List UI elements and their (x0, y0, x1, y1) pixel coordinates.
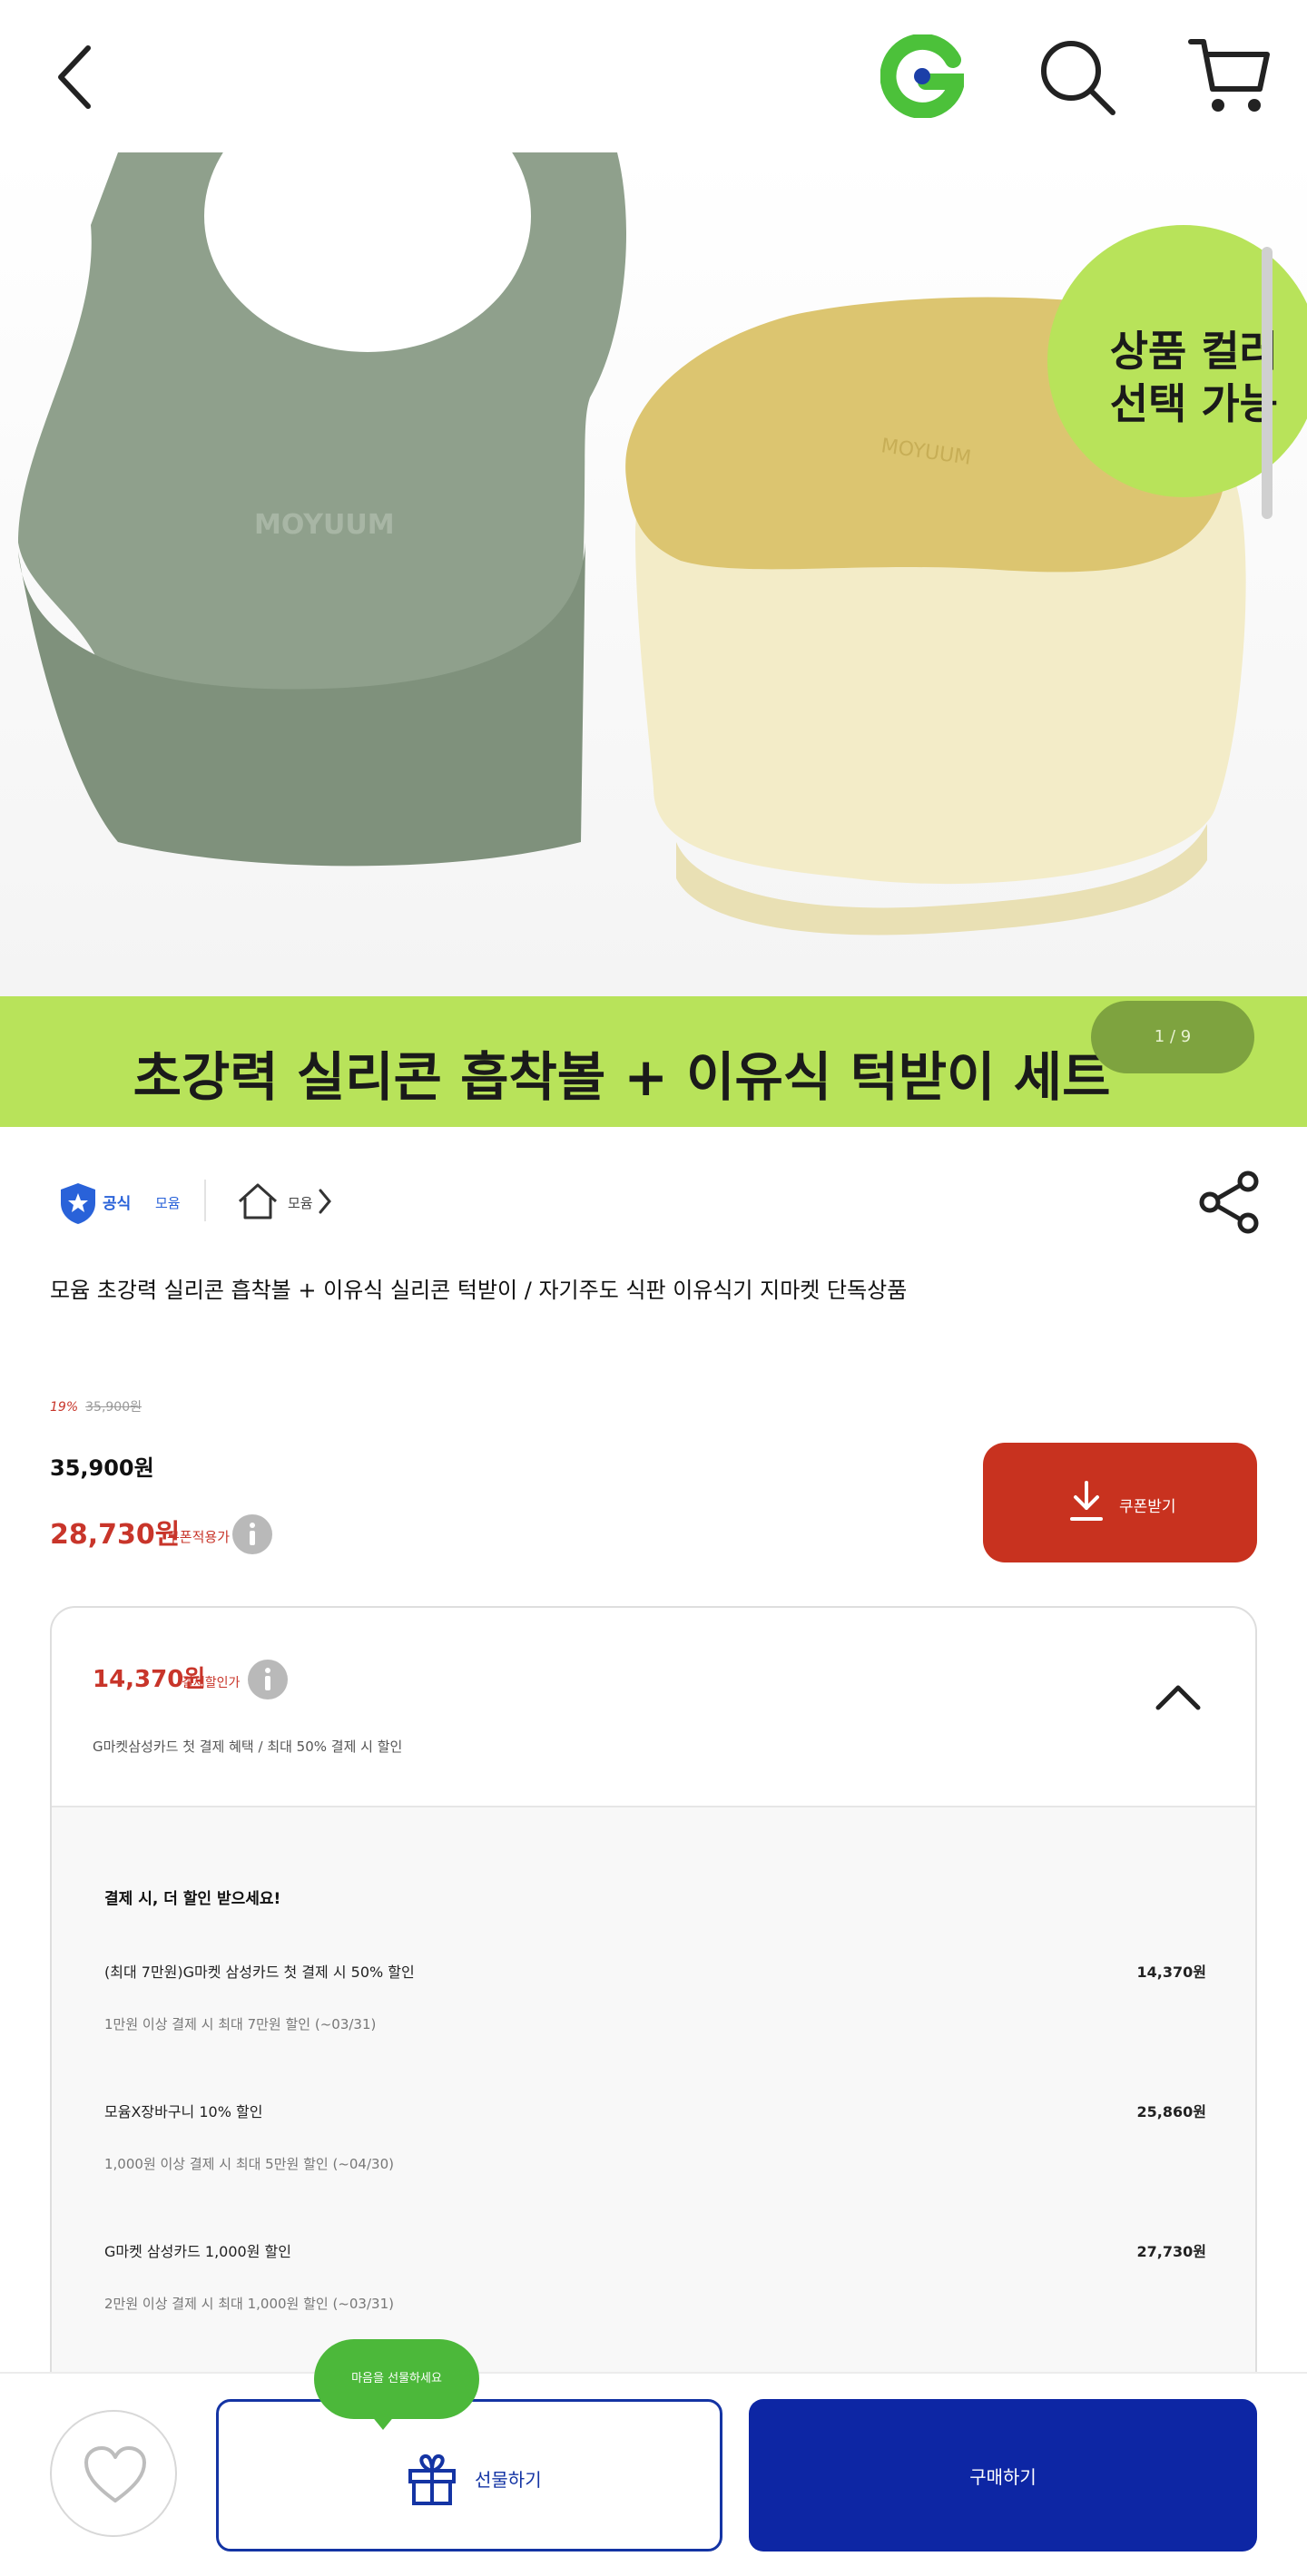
download-icon (1070, 1481, 1103, 1521)
original-price: 35,900원 (85, 1400, 142, 1415)
banner-text: 초강력 실리콘 흡착볼 + 이유식 턱받이 세트 (133, 1046, 1111, 1108)
search-icon (1041, 41, 1115, 115)
home-icon[interactable] (236, 1181, 280, 1221)
scrollbar[interactable] (1262, 247, 1273, 519)
wishlist-button[interactable] (50, 2410, 177, 2537)
benefit-amount: 14,370원 (1136, 1964, 1206, 1981)
discount-row: 19% 35,900원 (50, 1397, 142, 1415)
benefit-item: 모윰X장바구니 10% 할인 25,860원 1,000원 이상 결제 시 최대… (104, 2100, 1206, 2209)
gmarket-home-button[interactable] (880, 33, 967, 119)
benefits-title: 결제 시, 더 할인 받으세요! (104, 1890, 281, 1908)
benefit-amount: 25,860원 (1136, 2103, 1206, 2121)
discount-rate: 19% (50, 1400, 79, 1415)
bottom-action-bar: 선물하기 구매하기 (0, 2372, 1307, 2576)
benefit-condition: 1만원 이상 결제 시 최대 7만원 할인 (~03/31) (104, 2016, 377, 2032)
cart-icon (1188, 39, 1270, 112)
buy-button[interactable]: 구매하기 (749, 2399, 1257, 2552)
benefit-amount: 27,730원 (1136, 2243, 1206, 2260)
benefit-name: 모윰X장바구니 10% 할인 (104, 2103, 263, 2121)
divider (204, 1180, 206, 1221)
svg-text:MOYUUM: MOYUUM (254, 509, 395, 541)
info-icon[interactable] (247, 1659, 289, 1700)
benefit-condition: 1,000원 이상 결제 시 최대 5만원 할인 (~04/30) (104, 2156, 394, 2172)
chevron-up-icon (1155, 1685, 1201, 1710)
buy-button-label: 구매하기 (969, 2466, 1037, 2488)
gift-button[interactable]: 선물하기 (216, 2399, 722, 2552)
back-button[interactable] (50, 41, 104, 113)
product-title: 모윰 초강력 실리콘 흡착볼 + 이유식 실리콘 턱받이 / 자기주도 식판 이… (50, 1278, 908, 1303)
benefit-name: (최대 7만원)G마켓 삼성카드 첫 결제 시 50% 할인 (104, 1964, 415, 1981)
official-store-label: 공식 (103, 1195, 132, 1213)
gift-tooltip: 마음을 선물하세요 (314, 2339, 479, 2419)
download-coupon-label: 쿠폰받기 (1119, 1498, 1176, 1516)
color-option-badge-text: 상품 컬러 선택 가능 (1109, 327, 1278, 428)
seller-name-link[interactable]: 모윰 (155, 1193, 181, 1212)
official-shield-icon (61, 1183, 95, 1224)
coupon-price-label: 쿠폰적용가 (167, 1529, 231, 1545)
image-pager-indicator: 1 / 9 (1091, 1001, 1254, 1073)
benefit-item: G마켓 삼성카드 1,000원 할인 27,730원 2만원 이상 결제 시 최… (104, 2239, 1206, 2348)
coupon-price: 28,730원 (50, 1519, 181, 1551)
sale-price: 35,900원 (50, 1455, 154, 1481)
benefit-name: G마켓 삼성카드 1,000원 할인 (104, 2243, 291, 2260)
info-icon[interactable] (231, 1513, 273, 1555)
gift-icon (408, 2454, 456, 2505)
benefit-item: (최대 7만원)G마켓 삼성카드 첫 결제 시 50% 할인 14,370원 1… (104, 1960, 1206, 2069)
search-button[interactable] (1037, 36, 1118, 118)
payment-discount-subtext: G마켓삼성카드 첫 결제 혜택 / 최대 50% 결제 시 할인 (93, 1739, 403, 1755)
gift-button-label: 선물하기 (475, 2469, 542, 2491)
share-icon (1199, 1170, 1259, 1234)
share-button[interactable] (1197, 1170, 1261, 1234)
chevron-left-icon (58, 45, 91, 109)
seller-breadcrumb: 공식 모윰 모윰 (50, 1170, 1259, 1234)
cart-button[interactable] (1187, 36, 1271, 118)
product-banner: 초강력 실리콘 흡착볼 + 이유식 턱받이 세트 1 / 9 (0, 996, 1307, 1127)
chevron-right-icon (319, 1189, 331, 1214)
download-coupon-button[interactable]: 쿠폰받기 (983, 1443, 1257, 1562)
gift-tooltip-tail (367, 2410, 399, 2430)
heart-icon (84, 2446, 146, 2503)
benefit-condition: 2만원 이상 결제 시 최대 1,000원 할인 (~03/31) (104, 2296, 394, 2312)
gmarket-g-logo-icon (880, 33, 967, 119)
product-image-carousel[interactable]: MOYUUM MOYUUM 상품 컬러 선택 가능 (0, 152, 1307, 996)
collapse-toggle[interactable] (1153, 1679, 1204, 1715)
store-home-link[interactable]: 모윰 (288, 1193, 313, 1212)
top-app-bar (0, 0, 1307, 152)
payment-discount-label: 결제할인가 (182, 1676, 241, 1690)
